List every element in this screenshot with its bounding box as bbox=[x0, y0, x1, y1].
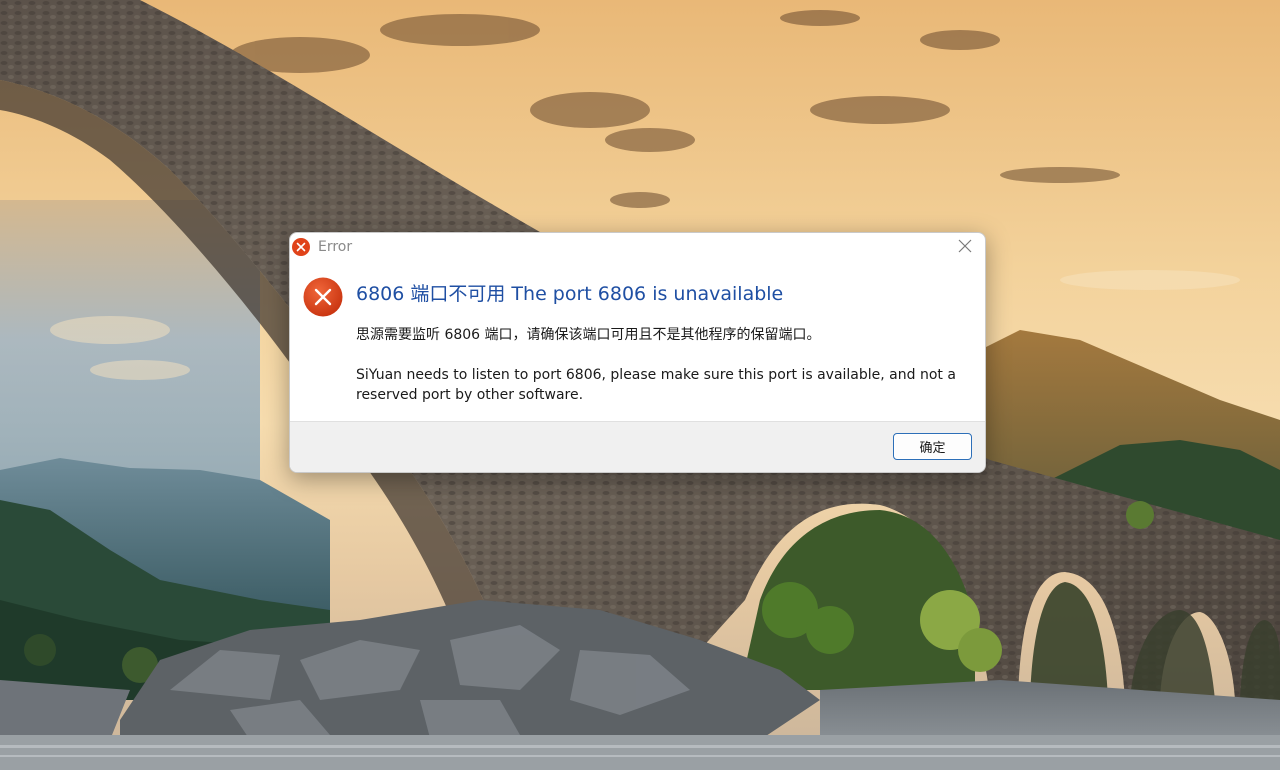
close-icon bbox=[958, 238, 972, 257]
dialog-title: Error bbox=[318, 239, 353, 255]
ok-button[interactable]: 确定 bbox=[893, 433, 972, 460]
dialog-content: 思源需要监听 6806 端口，请确保该端口可用且不是其他程序的保留端口。 SiY… bbox=[356, 325, 978, 405]
message-chinese: 思源需要监听 6806 端口，请确保该端口可用且不是其他程序的保留端口。 bbox=[356, 327, 821, 343]
close-button[interactable] bbox=[949, 233, 981, 261]
message-english: SiYuan needs to listen to port 6806, ple… bbox=[356, 367, 956, 403]
error-dialog: Error 6806 端口不可用 The port 6806 is unavai… bbox=[289, 232, 986, 473]
dialog-titlebar[interactable]: Error bbox=[290, 233, 985, 263]
main-instruction: 6806 端口不可用 The port 6806 is unavailable bbox=[356, 283, 784, 305]
dialog-footer: 确定 bbox=[290, 421, 985, 472]
error-icon bbox=[292, 238, 310, 256]
error-icon bbox=[303, 277, 343, 317]
